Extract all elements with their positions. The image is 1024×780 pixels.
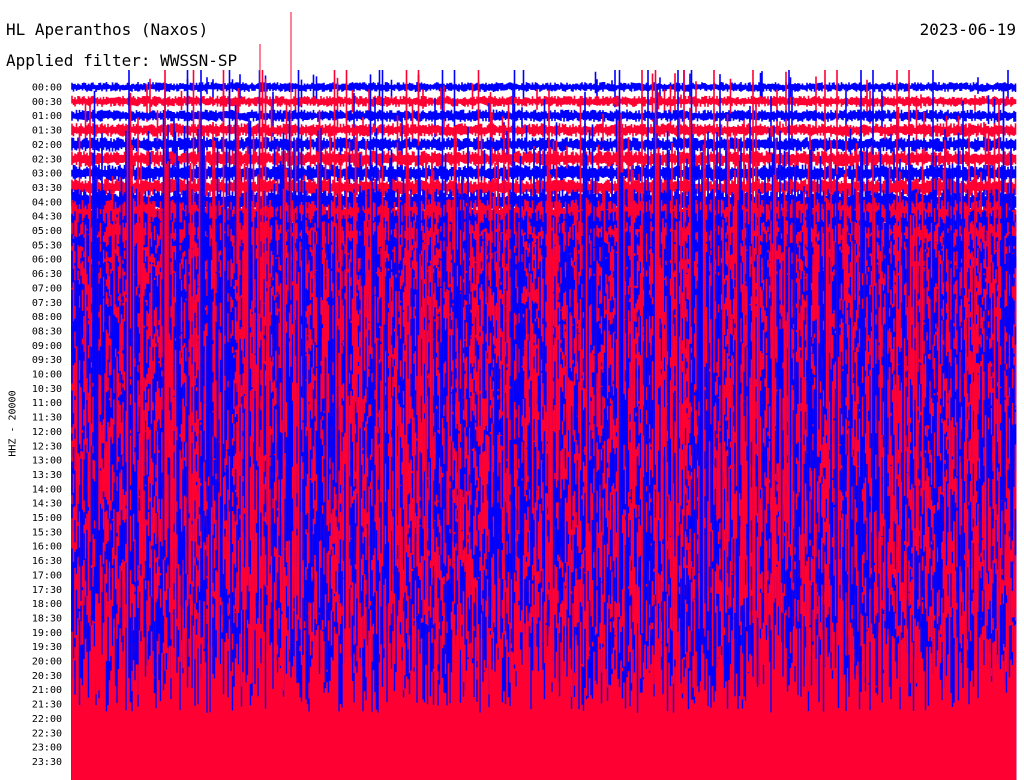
tick-label-0500: 05:00 [32,226,62,237]
tick-label-1400: 14:00 [32,484,62,495]
tick-label-2000: 20:00 [32,657,62,668]
tick-label-0430: 04:30 [32,212,62,223]
tick-label-2230: 22:30 [32,728,62,739]
tick-label-0700: 07:00 [32,283,62,294]
tick-label-1730: 17:30 [32,585,62,596]
tick-label-0930: 09:30 [32,355,62,366]
tick-label-0300: 03:00 [32,169,62,180]
tick-label-0230: 02:30 [32,154,62,165]
tick-label-1500: 15:00 [32,513,62,524]
tick-label-1000: 10:00 [32,370,62,381]
tick-label-1100: 11:00 [32,398,62,409]
tick-label-2300: 23:00 [32,743,62,754]
tick-label-2200: 22:00 [32,714,62,725]
tick-label-0130: 01:30 [32,126,62,137]
tick-label-1700: 17:00 [32,570,62,581]
tick-label-0800: 08:00 [32,312,62,323]
tick-label-1130: 11:30 [32,413,62,424]
tick-label-0530: 05:30 [32,240,62,251]
tick-label-1900: 19:00 [32,628,62,639]
tick-label-0100: 01:00 [32,111,62,122]
tick-label-2100: 21:00 [32,685,62,696]
tick-label-1630: 16:30 [32,556,62,567]
tick-label-1230: 12:30 [32,441,62,452]
tick-label-1030: 10:30 [32,384,62,395]
tick-label-1800: 18:00 [32,599,62,610]
tick-label-1830: 18:30 [32,613,62,624]
tick-label-1600: 16:00 [32,542,62,553]
tick-label-2330: 23:30 [32,757,62,768]
tick-label-2130: 21:30 [32,700,62,711]
time-tick-labels: 00:00 00:30 01:00 01:30 02:00 02:30 03:00 03:30… [32,83,62,768]
tick-label-0400: 04:00 [32,197,62,208]
tick-label-0330: 03:30 [32,183,62,194]
tick-label-0900: 09:00 [32,341,62,352]
tick-label-0730: 07:30 [32,298,62,309]
seismogram-traces [71,12,1017,780]
helicorder-plot: 00:00 00:30 01:00 01:30 02:00 02:30 03:00 03:30… [32,12,1017,780]
tick-label-1330: 13:30 [32,470,62,481]
tick-label-2030: 20:30 [32,671,62,682]
tick-label-0630: 06:30 [32,269,62,280]
tick-label-0030: 00:30 [32,97,62,108]
tick-label-0830: 08:30 [32,326,62,337]
tick-label-0000: 00:00 [32,83,62,94]
tick-label-1200: 12:00 [32,427,62,438]
tick-label-0200: 02:00 [32,140,62,151]
tick-label-1530: 15:30 [32,527,62,538]
tick-label-0600: 06:00 [32,255,62,266]
tick-label-1430: 14:30 [32,499,62,510]
tick-label-1930: 19:30 [32,642,62,653]
tick-label-1300: 13:00 [32,456,62,467]
